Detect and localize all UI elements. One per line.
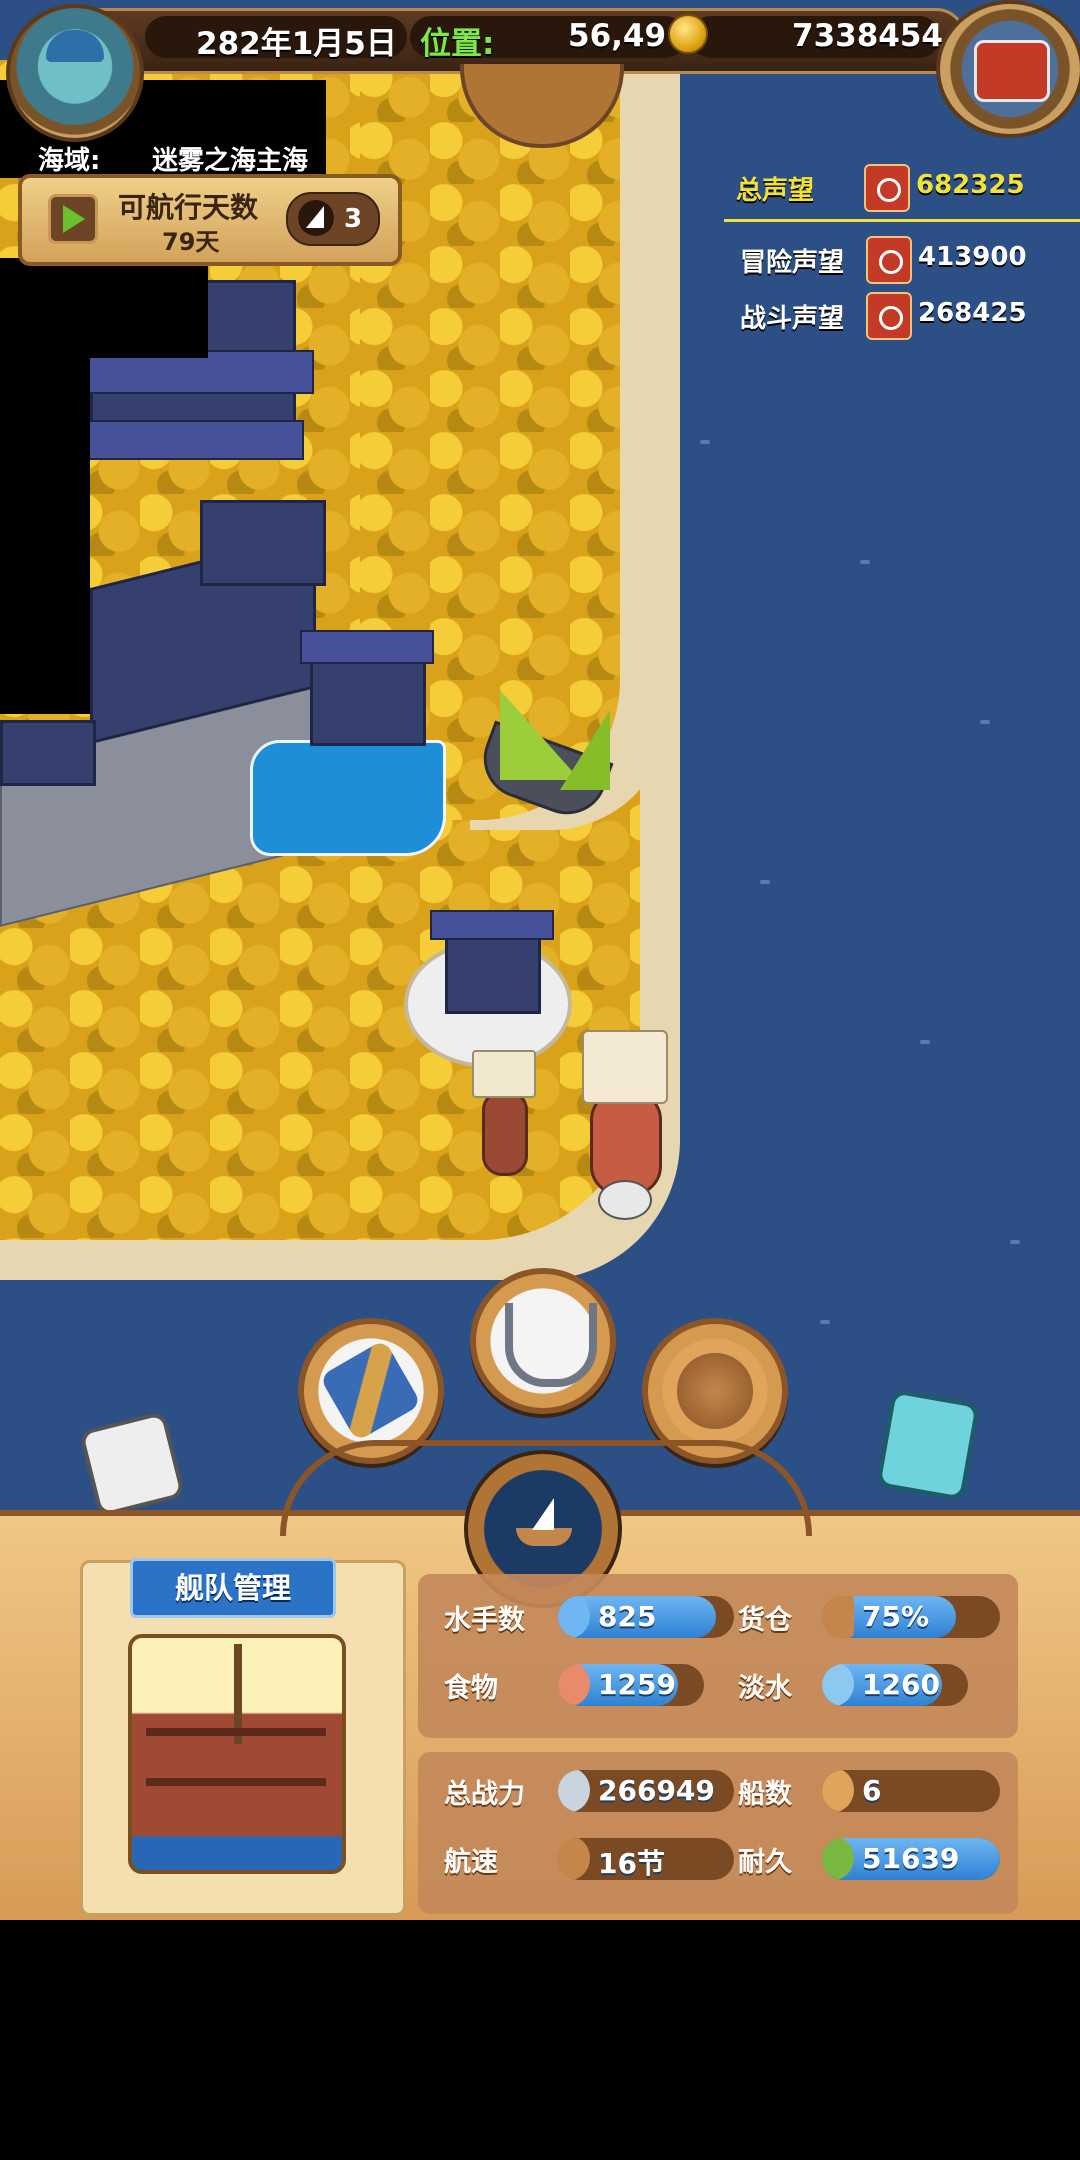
cyan-cat-mascot[interactable] xyxy=(876,1389,980,1501)
position-value: 56,49 xyxy=(568,18,667,54)
ship-icon xyxy=(510,1498,576,1554)
crate-icon xyxy=(822,1596,854,1638)
water-value: 1260 xyxy=(862,1668,940,1701)
game-screen: 282年1月5日 位置: 56,49 7338454 海域: 迷雾之海主海 可航… xyxy=(0,0,1080,1920)
ships-value: 6 xyxy=(862,1774,882,1807)
food-bar: 1259 xyxy=(558,1664,704,1706)
sea-area-label: 海域: xyxy=(38,146,101,176)
speed-bar: 16节 xyxy=(558,1838,734,1880)
durability-bar: 51639 xyxy=(822,1838,1000,1880)
white-mascot[interactable] xyxy=(78,1410,186,1518)
swords-icon xyxy=(558,1770,590,1812)
sea-area-name: 迷雾之海主海 xyxy=(152,146,309,176)
ship-count-value: 3 xyxy=(344,204,363,234)
gold-amount: 7338454 xyxy=(792,18,943,54)
captain-avatar[interactable] xyxy=(6,4,144,142)
battle-reputation-value: 268425 xyxy=(918,298,1027,328)
speed-ship-icon xyxy=(558,1838,590,1880)
water-bar: 1260 xyxy=(822,1664,968,1706)
total-reputation-icon xyxy=(864,164,910,212)
adventure-reputation-icon xyxy=(866,236,912,284)
durability-label: 耐久 xyxy=(738,1847,792,1878)
power-value: 266949 xyxy=(598,1774,715,1807)
voyage-days-title: 可航行天数 xyxy=(118,191,259,224)
green-sail-ship[interactable] xyxy=(460,690,640,840)
anchor-icon xyxy=(505,1303,597,1387)
power-label: 总战力 xyxy=(444,1779,525,1810)
player-ship-small[interactable] xyxy=(462,1030,542,1180)
sailors-label: 水手数 xyxy=(444,1605,525,1636)
cargo-label: 货仓 xyxy=(738,1605,792,1636)
water-label: 淡水 xyxy=(738,1673,792,1704)
voyage-days-panel: 可航行天数 79天 3 xyxy=(18,174,402,266)
boat-icon xyxy=(822,1770,854,1812)
power-bar: 266949 xyxy=(558,1770,734,1812)
total-reputation-value: 682325 xyxy=(916,170,1025,200)
total-reputation-label: 总声望 xyxy=(736,176,815,206)
voyage-days-value: 79天 xyxy=(162,228,220,256)
sail-icon xyxy=(298,200,334,236)
adventure-reputation-label: 冒险声望 xyxy=(740,248,845,278)
ship-count-badge: 3 xyxy=(286,192,380,246)
adventure-reputation-value: 413900 xyxy=(918,242,1027,272)
fleet-management-title[interactable]: 舰队管理 xyxy=(130,1558,336,1618)
sailors-bar: 825 xyxy=(558,1596,734,1638)
telescope-icon xyxy=(319,1339,423,1443)
game-date: 282年1月5日 xyxy=(196,26,397,62)
ships-label: 船数 xyxy=(738,1779,792,1810)
battle-reputation-icon xyxy=(866,292,912,340)
food-value: 1259 xyxy=(598,1668,676,1701)
play-icon[interactable] xyxy=(48,194,98,244)
position-label: 位置: xyxy=(420,26,495,62)
cargo-bar: 75% xyxy=(822,1596,1000,1638)
masked-region xyxy=(0,358,90,714)
battle-reputation-label: 战斗声望 xyxy=(740,304,845,334)
treasure-chest-icon[interactable] xyxy=(936,0,1080,138)
world-map-icon xyxy=(677,1353,753,1429)
sailors-value: 825 xyxy=(598,1600,657,1633)
player-ship-large[interactable] xyxy=(568,1020,678,1220)
speed-value: 16节 xyxy=(598,1847,665,1880)
food-label: 食物 xyxy=(444,1673,498,1704)
masked-region xyxy=(0,258,208,358)
reputation-divider xyxy=(724,219,1080,222)
durability-value: 51639 xyxy=(862,1842,960,1875)
gold-coin-icon xyxy=(668,14,708,54)
speed-label: 航速 xyxy=(444,1847,498,1878)
ships-bar: 6 xyxy=(822,1770,1000,1812)
ship-portrait[interactable] xyxy=(128,1634,346,1874)
cargo-value: 75% xyxy=(862,1600,930,1633)
anchor-button[interactable] xyxy=(470,1268,616,1414)
